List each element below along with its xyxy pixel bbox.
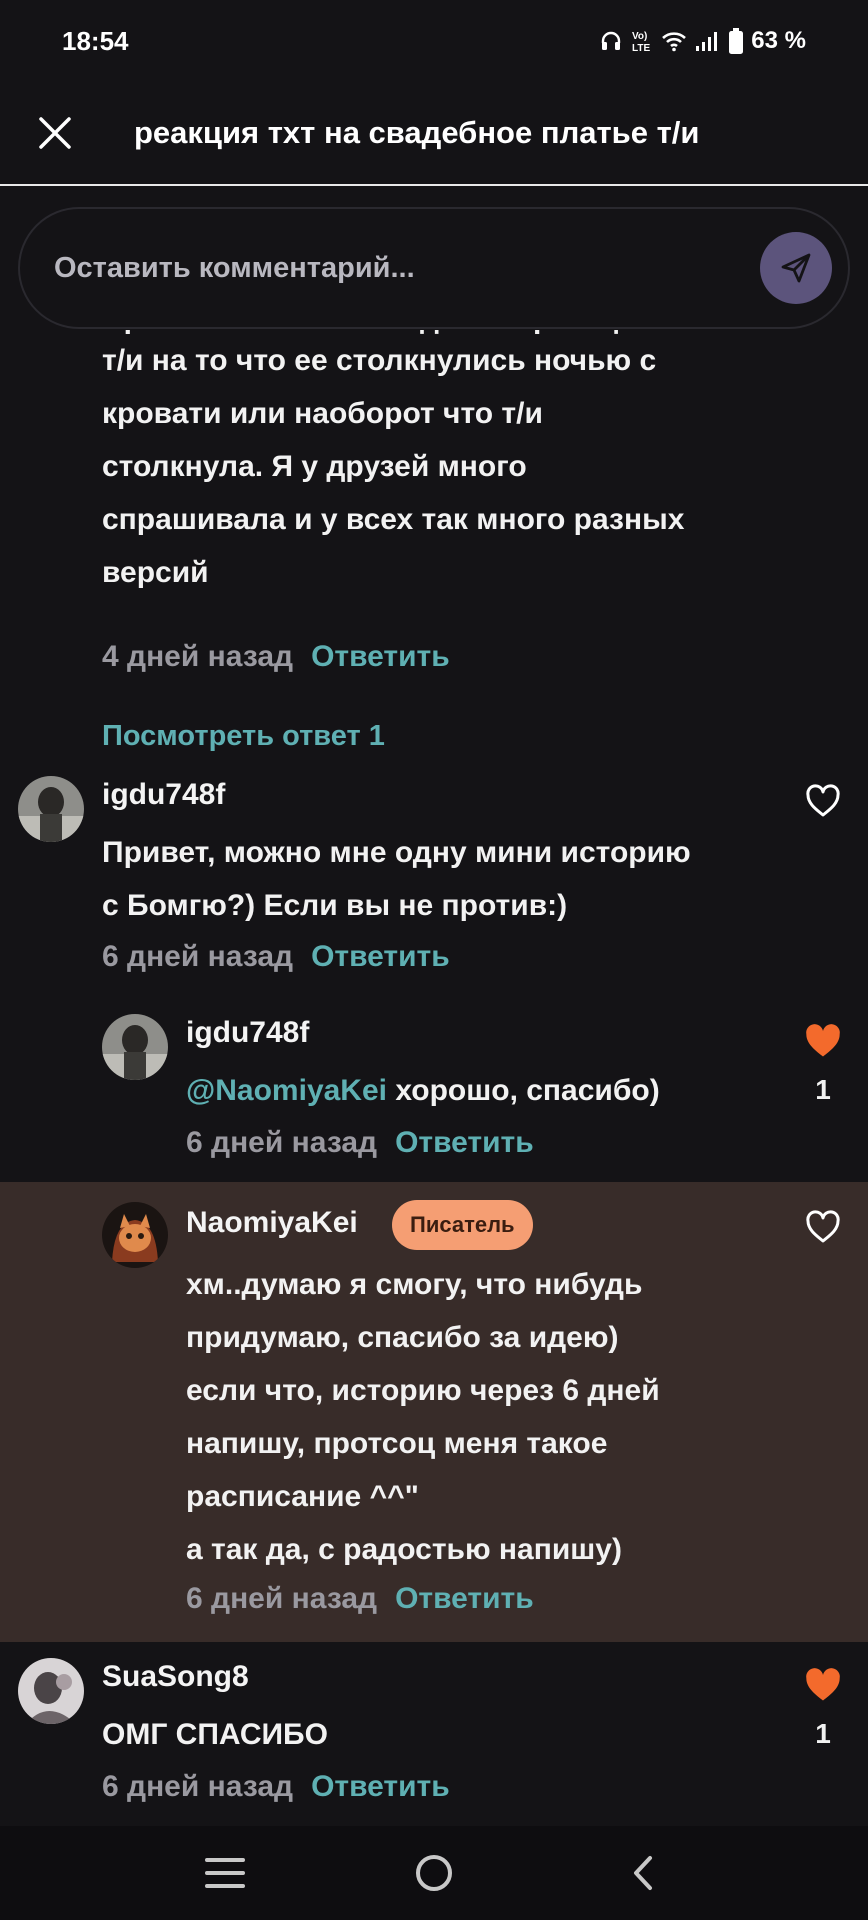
home-circle-icon — [415, 1855, 452, 1891]
comment-text: хм..думаю я смогу, что нибудь придумаю, … — [186, 1268, 660, 1566]
reply-button[interactable]: Ответить — [395, 1126, 534, 1160]
heart-icon — [806, 1210, 840, 1243]
username[interactable]: igdu748f — [102, 778, 225, 812]
like-count: 1 — [815, 1718, 831, 1749]
avatar[interactable] — [102, 1202, 168, 1268]
comment-meta: 6 дней назад Ответить — [186, 1582, 534, 1616]
comment-meta: 6 дней назад Ответить — [186, 1126, 534, 1160]
status-icons: Vo) LTE 63 % — [599, 27, 806, 55]
battery-percent: 63 % — [751, 27, 806, 54]
comment-time: 6 дней назад — [186, 1126, 378, 1159]
battery-icon — [729, 28, 744, 54]
close-icon — [39, 117, 71, 149]
wifi-icon — [661, 30, 687, 52]
comment-text: ОМГ СПАСИБО — [102, 1718, 328, 1751]
comment-meta: 4 дней назад Ответить — [102, 640, 450, 674]
heart-filled-icon — [806, 1024, 840, 1057]
back-button[interactable] — [603, 1833, 683, 1913]
comment-input[interactable]: Оставить комментарий... — [18, 207, 850, 329]
comment-time: 6 дней назад — [102, 1770, 294, 1803]
mention-link[interactable]: @NaomiyaKei — [186, 1074, 387, 1107]
comment-placeholder[interactable]: Оставить комментарий... — [54, 252, 760, 285]
username[interactable]: igdu748f — [186, 1016, 309, 1050]
comment-text: т/и на то что ее столкнулись ночью с кро… — [102, 344, 685, 589]
reply-button[interactable]: Ответить — [395, 1582, 534, 1616]
comment-meta: 6 дней назад Ответить — [102, 1770, 450, 1804]
view-replies-button[interactable]: Посмотреть ответ 1 — [102, 720, 385, 753]
menu-icon — [204, 1858, 245, 1888]
like-button[interactable] — [800, 1662, 846, 1708]
comment-time: 6 дней назад — [186, 1582, 378, 1615]
comment-text: @NaomiyaKei хорошо, спасибо) — [186, 1064, 660, 1117]
home-button[interactable] — [394, 1833, 474, 1913]
svg-text:Vo): Vo) — [632, 31, 647, 42]
like-button[interactable] — [800, 778, 846, 824]
avatar[interactable] — [18, 776, 84, 842]
writer-badge: Писатель — [392, 1200, 533, 1250]
heart-icon — [806, 784, 840, 817]
avatar[interactable] — [18, 1658, 84, 1724]
volte-icon: Vo) LTE — [631, 28, 653, 54]
comment-time: 6 дней назад — [102, 940, 294, 973]
send-button[interactable] — [760, 232, 832, 304]
send-icon — [781, 253, 811, 283]
heart-filled-icon — [806, 1668, 840, 1701]
like-button[interactable] — [800, 1204, 846, 1250]
close-button[interactable] — [0, 82, 110, 184]
reply-button[interactable]: Ответить — [311, 640, 450, 674]
signal-icon — [695, 30, 721, 52]
system-nav-bar — [0, 1826, 868, 1920]
page-title: реакция тхт на свадебное платье т/и — [134, 115, 700, 150]
status-time: 18:54 — [62, 25, 129, 56]
username[interactable]: NaomiyaKei — [186, 1206, 358, 1240]
reply-button[interactable]: Ответить — [311, 1770, 450, 1804]
avatar[interactable] — [102, 1014, 168, 1080]
comment-text: Привет, можно мне одну мини историю с Бо… — [102, 836, 691, 922]
like-button[interactable] — [800, 1018, 846, 1064]
comment-time: 4 дней назад — [102, 640, 294, 673]
username[interactable]: SuaSong8 — [102, 1660, 249, 1694]
svg-text:LTE: LTE — [632, 43, 650, 54]
recents-button[interactable] — [185, 1833, 265, 1913]
header: реакция тхт на свадебное платье т/и — [0, 82, 868, 186]
comment-body: хорошо, спасибо) — [387, 1074, 660, 1107]
headphones-icon — [599, 29, 623, 53]
like-count: 1 — [815, 1074, 831, 1105]
comment-meta: 6 дней назад Ответить — [102, 940, 450, 974]
comments-feed[interactable]: Привет. Можешь пж сделать реакцию т/и на… — [0, 330, 868, 1826]
reply-button[interactable]: Ответить — [311, 940, 450, 974]
chevron-left-icon — [634, 1856, 653, 1890]
status-bar: 18:54 Vo) LTE 63 % — [0, 0, 868, 82]
